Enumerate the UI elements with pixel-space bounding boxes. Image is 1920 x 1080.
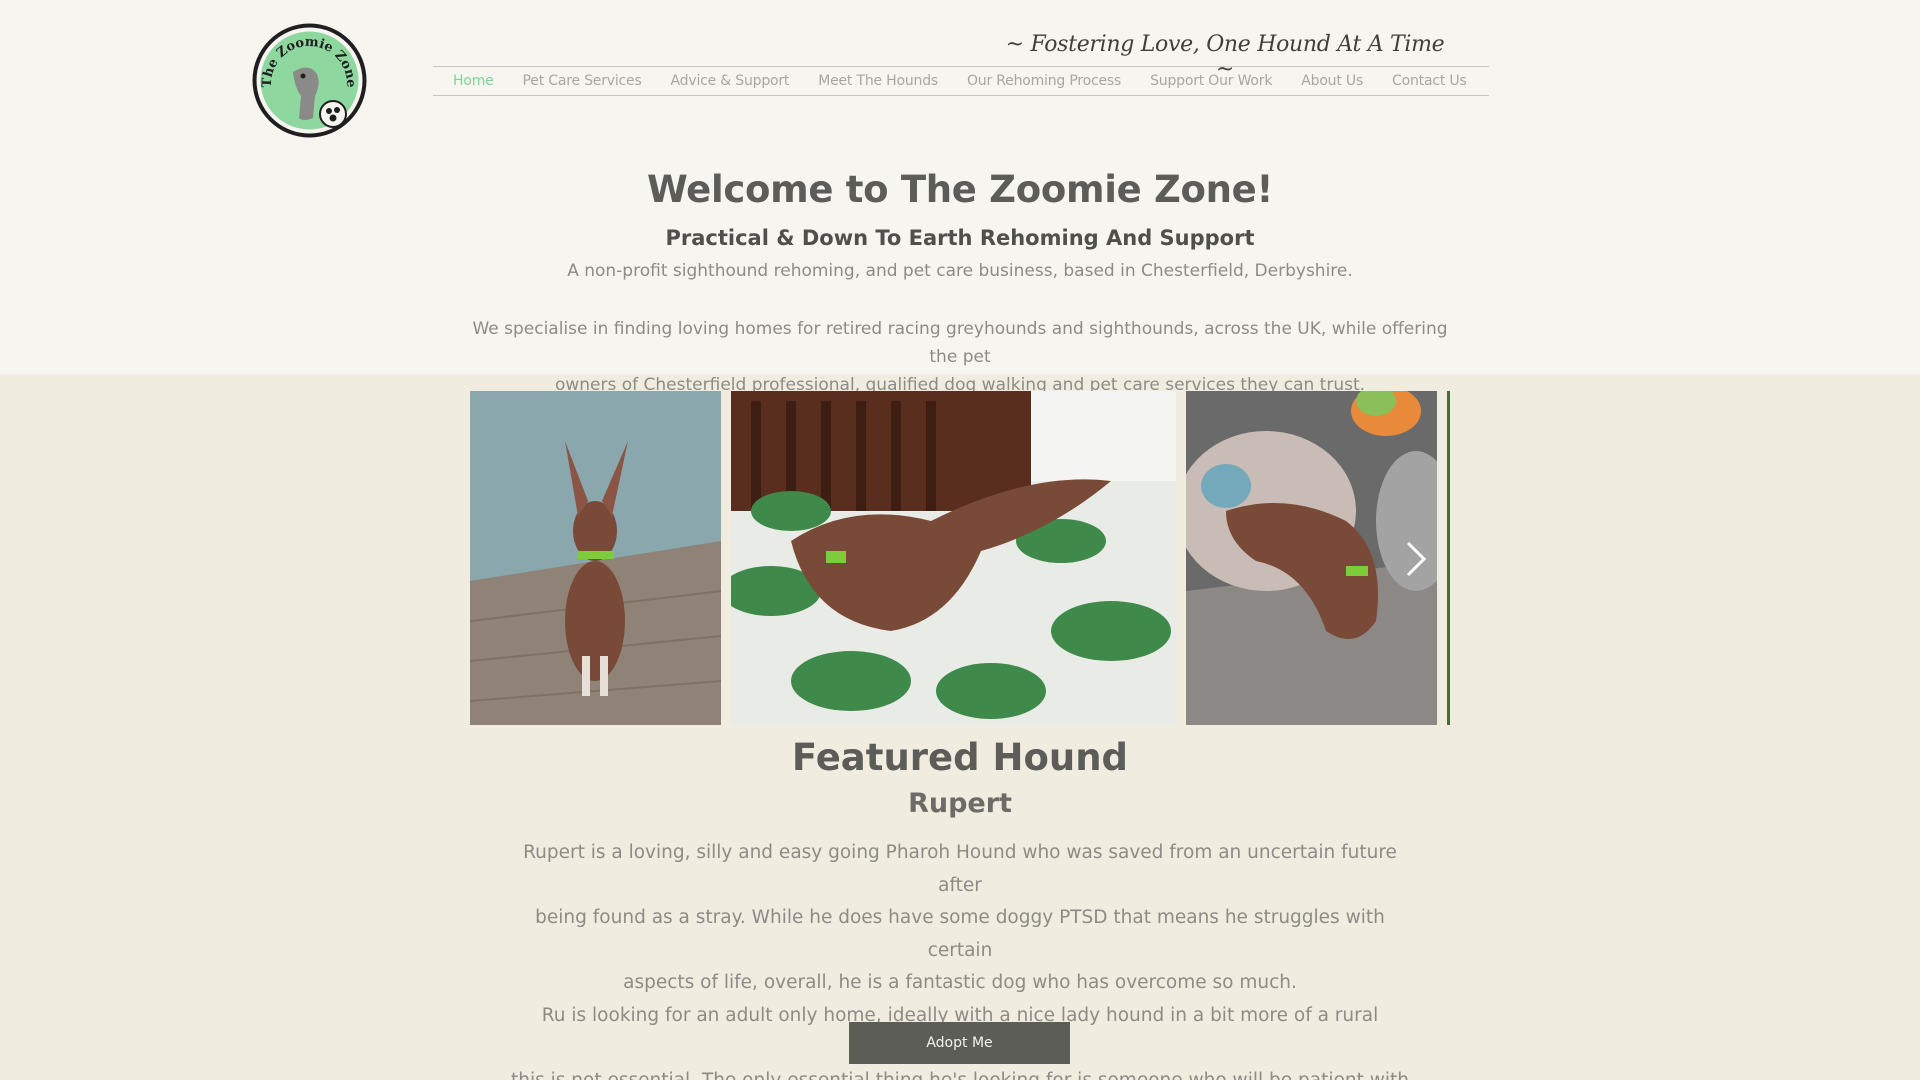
- featured-description-line: aspects of life, overall, he is a fantas…: [623, 972, 1297, 993]
- logo-icon: The Zoomie Zone: [252, 23, 367, 138]
- welcome-intro: We specialise in finding loving homes fo…: [470, 315, 1450, 399]
- photo-next-edge: [1447, 391, 1450, 725]
- main-nav: Home Pet Care Services Advice & Support …: [433, 66, 1489, 96]
- photo-dog-on-bed: [731, 391, 1176, 725]
- gallery-photo-dog-on-bed[interactable]: [731, 391, 1176, 725]
- welcome-intro-line: We specialise in finding loving homes fo…: [472, 319, 1448, 367]
- nav-item-advice-support[interactable]: Advice & Support: [656, 73, 804, 89]
- chevron-right-icon: [1406, 541, 1427, 577]
- logo[interactable]: The Zoomie Zone: [251, 22, 368, 139]
- featured-description-line: Rupert is a loving, silly and easy going…: [523, 842, 1397, 896]
- featured-title: Featured Hound: [791, 736, 1129, 779]
- photo-gallery[interactable]: [470, 391, 1450, 725]
- welcome-description: A non-profit sighthound rehoming, and pe…: [567, 261, 1353, 281]
- page-title: Welcome to The Zoomie Zone!: [646, 168, 1274, 211]
- nav-item-support-our-work[interactable]: Support Our Work: [1136, 73, 1287, 89]
- gallery-photo-dog-sitting[interactable]: [470, 391, 721, 725]
- nav-item-about-us[interactable]: About Us: [1287, 73, 1378, 89]
- adopt-me-button[interactable]: Adopt Me: [849, 1022, 1070, 1064]
- photo-dog-sitting: [470, 391, 721, 725]
- nav-item-meet-the-hounds[interactable]: Meet The Hounds: [804, 73, 953, 89]
- featured-description-line: this is not essential. The only essentia…: [511, 1069, 1409, 1080]
- nav-item-home[interactable]: Home: [433, 73, 508, 89]
- gallery-next-button[interactable]: [1400, 537, 1430, 581]
- nav-item-contact-us[interactable]: Contact Us: [1378, 73, 1481, 89]
- nav-item-rehoming-process[interactable]: Our Rehoming Process: [952, 73, 1135, 89]
- page-subtitle: Practical & Down To Earth Rehoming And S…: [665, 226, 1255, 250]
- gallery-photo-next[interactable]: [1447, 391, 1450, 725]
- featured-hound-name: Rupert: [908, 788, 1012, 819]
- nav-item-pet-care-services[interactable]: Pet Care Services: [508, 73, 656, 89]
- featured-description-line: being found as a stray. While he does ha…: [535, 907, 1385, 961]
